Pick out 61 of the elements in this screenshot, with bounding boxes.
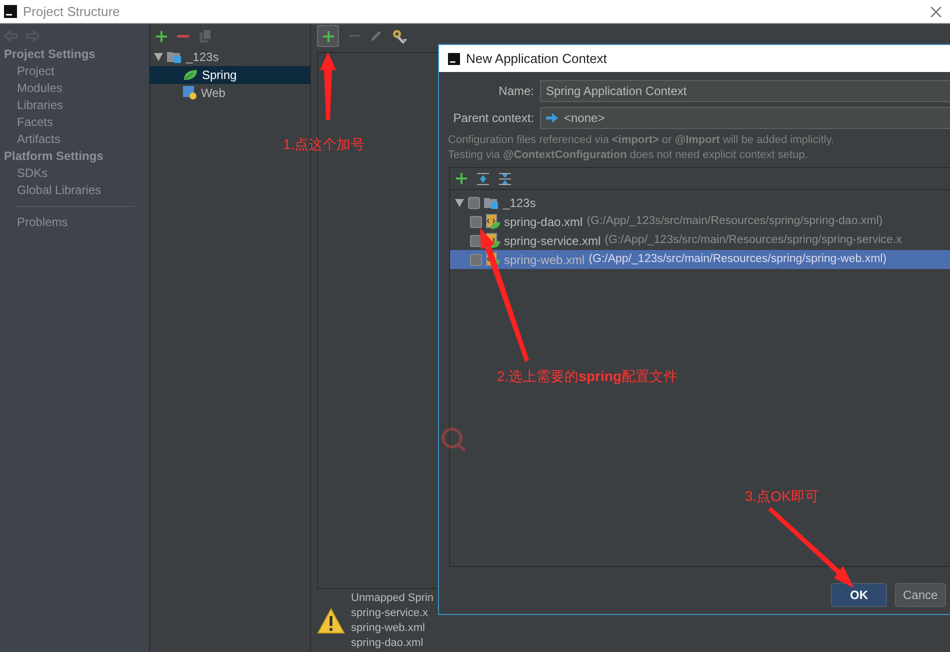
parent-context-value: <none> (564, 110, 605, 126)
dialog-title: New Application Context (466, 50, 607, 68)
name-input[interactable]: Spring Application Context (540, 80, 950, 102)
parent-context-dropdown[interactable]: <none> (540, 106, 950, 128)
info-text: Configuration files referenced via <import> or @Import will be added implicitly. (448, 133, 835, 148)
cancel-button[interactable]: Cance (895, 583, 946, 607)
add-icon[interactable] (156, 30, 167, 42)
annotation-text: 1.点这个加号 (283, 135, 365, 154)
section-header: Platform Settings (3, 148, 104, 165)
sidebar-item[interactable]: Modules (0, 80, 149, 97)
info-text: Testing via @ContextConfiguration does not need explicit context setup. (448, 148, 809, 163)
file-tree-row[interactable]: spring-dao.xml (G:/App/_123s/src/main/Resources/spring/spring-dao.xml) (450, 212, 950, 231)
app-logo-icon (4, 5, 17, 18)
warning-text: spring-service.x (351, 606, 430, 621)
add-icon[interactable] (456, 173, 467, 184)
warning-text: spring-dao.xml (351, 636, 424, 651)
web-module-icon (183, 86, 197, 100)
expand-all-icon[interactable] (477, 172, 489, 184)
add-icon (322, 30, 334, 42)
tree-item[interactable]: Web (150, 84, 310, 102)
leaf-icon (183, 69, 198, 81)
folder-icon (484, 196, 499, 208)
app-logo-icon (448, 52, 460, 64)
warning-icon (317, 608, 345, 634)
warning-text: spring-web.xml (351, 621, 426, 636)
section-header: Project Settings (3, 46, 96, 63)
sidebar-item[interactable]: SDKs (0, 165, 149, 182)
annotation-text: 2.选上需要的spring配置文件 (497, 367, 678, 386)
annotation-text: 3.点OK即可 (745, 487, 819, 506)
ok-button[interactable]: OK (831, 583, 887, 607)
warning-text: Unmapped Sprin (351, 591, 434, 606)
parent-context-label: Parent context: (452, 110, 534, 126)
sidebar-item[interactable]: Facets (0, 114, 149, 131)
folder-icon (167, 51, 182, 63)
tree-item[interactable]: _123s (150, 48, 310, 66)
remove-icon[interactable] (177, 34, 189, 38)
sidebar-item[interactable]: Global Libraries (0, 182, 149, 199)
xml-file-icon (486, 214, 500, 229)
arrow-right-icon (546, 112, 558, 122)
arrow (320, 52, 336, 120)
add-button[interactable] (317, 25, 339, 47)
checkbox[interactable] (468, 196, 480, 208)
sidebar-item[interactable]: Project (0, 63, 149, 80)
sidebar-item[interactable]: Problems (0, 214, 149, 231)
pencil-icon[interactable] (370, 30, 382, 42)
window-title: Project Structure (23, 2, 121, 21)
file-tree-row[interactable]: _123s (450, 193, 950, 212)
file-tree-row[interactable]: spring-web.xml (G:/App/_123s/src/main/Resources/spring/spring-web.xml) (450, 250, 950, 269)
checkbox[interactable] (470, 234, 482, 246)
copy-icon[interactable] (199, 29, 212, 43)
checkbox[interactable] (470, 254, 482, 266)
sidebar-item[interactable]: Libraries (0, 97, 149, 114)
expanded-arrow-icon[interactable] (455, 198, 464, 206)
name-label: Name: (498, 82, 534, 100)
sidebar-item[interactable]: Artifacts (0, 131, 149, 148)
checkbox[interactable] (470, 216, 482, 228)
collapse-all-icon[interactable] (499, 172, 511, 184)
tree-item[interactable]: Spring (150, 66, 310, 84)
expanded-arrow-icon[interactable] (154, 53, 163, 61)
magnifier-icon (442, 428, 466, 452)
close-icon[interactable] (930, 6, 942, 18)
